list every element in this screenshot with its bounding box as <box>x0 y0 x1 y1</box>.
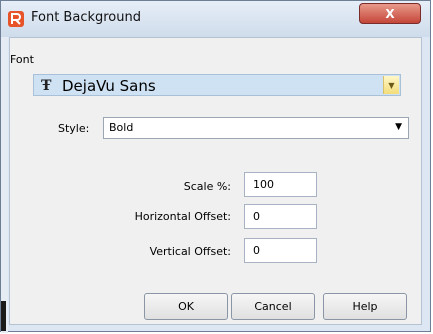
vertical-offset-label: Vertical Offset: <box>149 245 231 258</box>
window-title: Font Background <box>31 10 141 25</box>
app-logo-icon <box>8 11 24 27</box>
dialog-content: Font Ŧ DejaVu Sans ▼ Style: Bold ▼ Scale… <box>9 37 422 325</box>
dialog-window: Font Background X Font Ŧ DejaVu Sans ▼ S… <box>0 0 431 333</box>
style-select[interactable]: Bold ▼ <box>103 117 409 139</box>
style-chevron-down-icon: ▼ <box>395 122 402 132</box>
scale-label: Scale %: <box>183 180 231 193</box>
left-edge <box>1 37 8 333</box>
horizontal-offset-label: Horizontal Offset: <box>134 210 231 223</box>
font-combobox[interactable]: Ŧ DejaVu Sans ▼ <box>33 74 401 96</box>
scale-value: 100 <box>253 178 274 191</box>
title-bar[interactable]: Font Background X <box>1 1 430 37</box>
style-label: Style: <box>58 122 90 135</box>
font-name-value: DejaVu Sans <box>62 77 156 95</box>
horizontal-offset-input[interactable]: 0 <box>244 204 317 229</box>
vertical-offset-value: 0 <box>253 244 260 257</box>
cancel-button[interactable]: Cancel <box>231 293 315 320</box>
font-dropdown-button[interactable]: ▼ <box>383 76 399 94</box>
help-button[interactable]: Help <box>323 293 407 320</box>
vertical-offset-input[interactable]: 0 <box>244 238 317 263</box>
font-group-label: Font <box>10 53 34 66</box>
close-icon: X <box>385 6 395 21</box>
left-edge-dark <box>1 301 6 331</box>
chevron-down-icon: ▼ <box>388 80 395 90</box>
close-button[interactable]: X <box>359 3 421 24</box>
style-value: Bold <box>109 121 134 134</box>
horizontal-offset-value: 0 <box>253 210 260 223</box>
ok-button[interactable]: OK <box>144 293 228 320</box>
scale-input[interactable]: 100 <box>244 172 317 197</box>
font-type-icon: Ŧ <box>41 78 52 94</box>
